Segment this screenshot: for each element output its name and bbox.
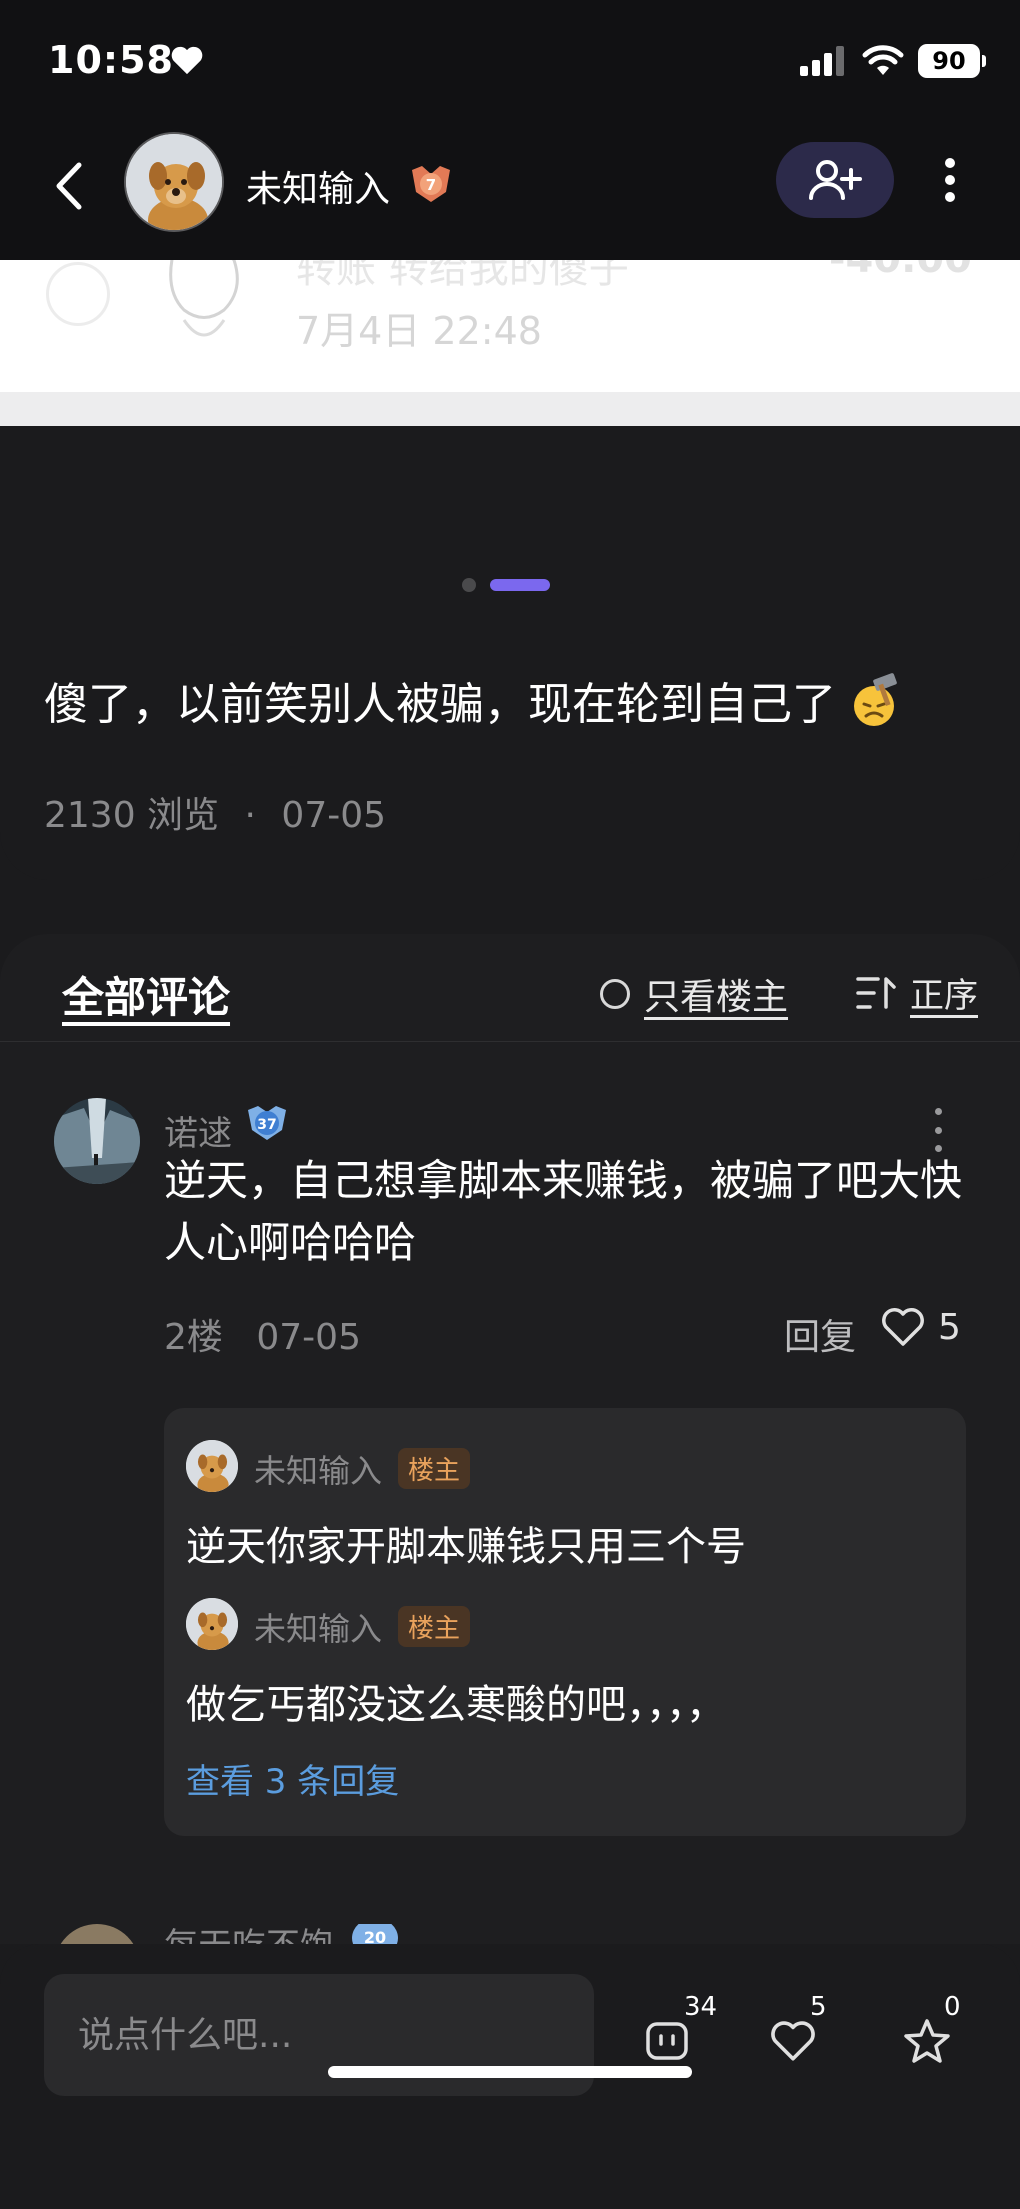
wifi-icon	[862, 45, 904, 75]
transfer-date: 7月4日 22:48	[296, 309, 542, 353]
signal-icon	[800, 46, 844, 76]
heart-outline-icon	[882, 1308, 924, 1346]
transfer-amount: -40.00	[829, 260, 972, 282]
more-options-button[interactable]	[930, 150, 970, 210]
hammer-head-emoji-icon	[854, 673, 897, 726]
heart-outline-icon	[771, 2021, 815, 2061]
sort-order-button[interactable]: 正序	[856, 968, 978, 1017]
reply-avatar[interactable]	[186, 1440, 238, 1492]
more-dot-icon	[934, 1126, 942, 1134]
like-count: 5	[810, 1992, 827, 2022]
sort-icon	[856, 976, 896, 1009]
dog-avatar-icon	[186, 1598, 238, 1650]
radio-circle-icon	[46, 262, 110, 326]
post-text: 傻了，以前笑别人被骗，现在轮到自己了	[44, 679, 836, 730]
battery-indicator: 90	[918, 44, 986, 78]
post-image[interactable]: 转账 转给我的傻子 7月4日 22:48 -40.00	[0, 260, 1020, 392]
heart-status-icon	[171, 46, 203, 75]
sketch-avatar-icon	[169, 260, 239, 337]
top-nav-bar: 未知输入 7	[0, 124, 1020, 260]
view-more-replies-link[interactable]: 查看 3 条回复	[186, 1754, 399, 1803]
checkbox-circle-icon	[600, 979, 630, 1009]
meta-separator: ·	[244, 795, 256, 836]
comment-more-button[interactable]	[926, 1108, 950, 1152]
landscape-avatar-icon	[54, 1098, 140, 1184]
op-tag: 楼主	[398, 1606, 471, 1647]
comment-text: 逆天，自己想拿脚本来赚钱，被骗了吧大快人心啊哈哈哈	[164, 1156, 963, 1267]
commenter-level: 37	[257, 1117, 276, 1133]
reply-text: 逆天你家开脚本赚钱只用三个号	[186, 1524, 746, 1570]
reply-button[interactable]: 回复	[784, 1308, 856, 1360]
op-tag: 楼主	[398, 1448, 471, 1489]
comment-bubble-icon	[646, 2022, 688, 2060]
author-name[interactable]: 未知输入	[246, 160, 390, 212]
comment-item: 每天吃不饱 20	[0, 1924, 1020, 1944]
carousel-dot-active[interactable]	[490, 579, 550, 591]
more-dot-icon	[934, 1108, 942, 1115]
comments-section: 全部评论 只看楼主 正序 诺逑 37 逆天，自己想拿脚本来赚钱，被骗了吧大快人心…	[0, 934, 1020, 1944]
star-outline-icon	[904, 2019, 950, 2063]
sort-label: 正序	[910, 976, 978, 1016]
comment-like-button[interactable]: 5	[880, 1306, 961, 1348]
view-count: 2130 浏览	[44, 795, 220, 836]
only-op-filter[interactable]: 只看楼主	[600, 968, 788, 1020]
status-time: 10:58	[48, 38, 174, 82]
comments-header: 全部评论 只看楼主 正序	[0, 934, 1020, 1042]
comment-like-count: 5	[938, 1306, 961, 1348]
level-number: 7	[426, 176, 436, 194]
image-bottom-margin	[0, 392, 1020, 426]
status-indicators: 90	[800, 44, 986, 78]
dog-avatar-icon	[126, 134, 222, 230]
commenter-avatar[interactable]	[54, 1924, 140, 1944]
comment-meta: 2楼 07-05	[164, 1308, 361, 1360]
level-badge-icon: 7	[412, 166, 450, 202]
post-date: 07-05	[281, 795, 387, 836]
transfer-title: 转账 转给我的傻子	[296, 260, 629, 292]
tab-all-comments[interactable]: 全部评论	[62, 964, 230, 1025]
post-content: 傻了，以前笑别人被骗，现在轮到自己了	[44, 668, 904, 732]
commenter-name[interactable]: 每天吃不饱	[164, 1924, 334, 1944]
level-badge-icon: 20	[352, 1924, 398, 1944]
chevron-left-icon	[56, 162, 82, 210]
more-vertical-icon	[945, 158, 955, 202]
post-meta: 2130 浏览 · 07-05	[44, 786, 386, 838]
post-card: 傻了，以前笑别人被骗，现在轮到自己了 2130 浏览 · 07-05	[0, 426, 1020, 880]
favorite-button[interactable]: 0	[892, 1992, 962, 2076]
comment-count: 34	[684, 1992, 718, 2022]
level-badge-icon: 37	[248, 1106, 286, 1140]
like-button[interactable]: 5	[758, 1992, 828, 2076]
reply-author[interactable]: 未知输入	[254, 1446, 382, 1492]
replies-box: 未知输入 楼主 逆天你家开脚本赚钱只用三个号 未知输入 楼主 做乞丐都没这么寒酸…	[164, 1408, 966, 1836]
add-user-icon	[809, 160, 862, 200]
dog-avatar-icon	[186, 1440, 238, 1492]
comment-floor: 2楼	[164, 1317, 223, 1358]
reply-author[interactable]: 未知输入	[254, 1604, 382, 1650]
commenter-name[interactable]: 诺逑	[164, 1106, 232, 1155]
carousel-dot[interactable]	[462, 578, 476, 592]
reply-avatar[interactable]	[186, 1598, 238, 1650]
favorite-count: 0	[944, 1992, 961, 2022]
carousel-indicator	[462, 578, 550, 592]
back-button[interactable]	[44, 154, 94, 218]
follow-button[interactable]	[776, 142, 894, 218]
commenter-avatar[interactable]	[54, 1098, 140, 1184]
home-indicator[interactable]	[328, 2066, 692, 2078]
status-bar: 10:58 90	[0, 0, 1020, 124]
reply-text: 做乞丐都没这么寒酸的吧，，，，	[186, 1682, 726, 1728]
only-op-label: 只看楼主	[644, 977, 789, 1018]
author-avatar[interactable]	[124, 132, 224, 232]
comment-date: 07-05	[256, 1317, 361, 1358]
